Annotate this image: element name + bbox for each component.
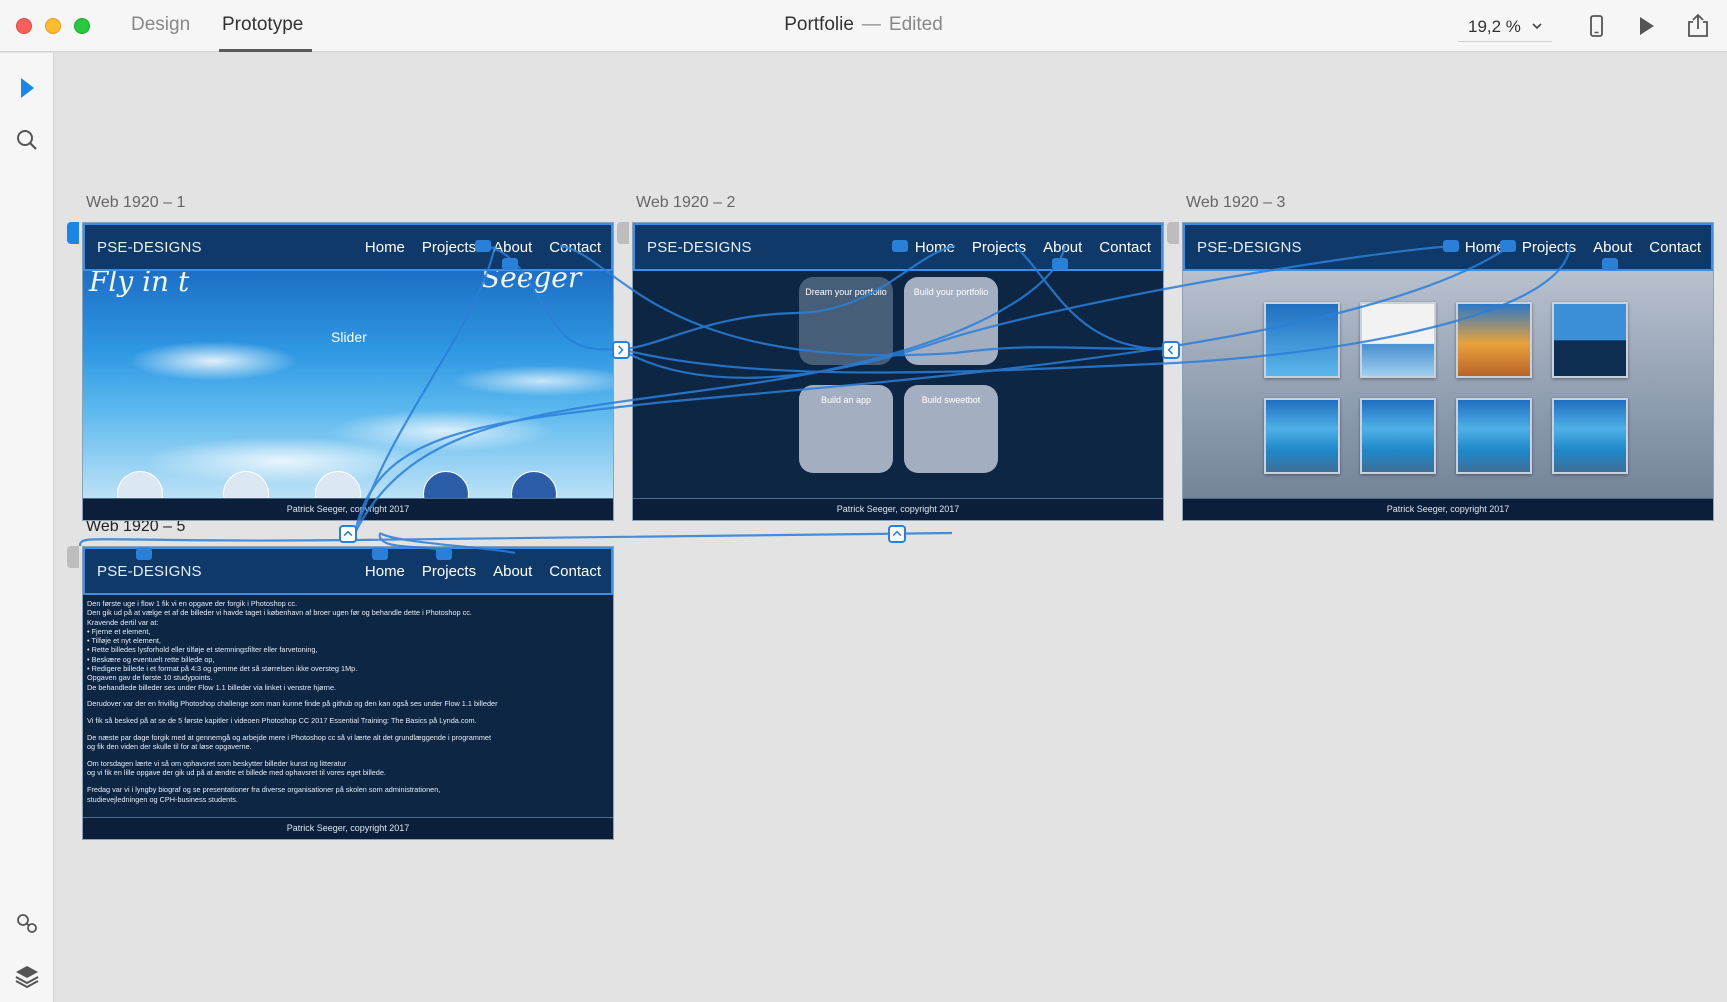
project-thumbnail[interactable] (1456, 398, 1532, 474)
artboard-handle[interactable] (67, 546, 79, 568)
active-tab-indicator (219, 49, 312, 52)
flow-target-arrow-icon[interactable] (339, 525, 357, 543)
hero-slider-image: Fly in t Seeger Slider (83, 261, 613, 517)
project-thumbnail[interactable] (1552, 398, 1628, 474)
nav-link-about[interactable]: About (1593, 239, 1632, 256)
nav-link-about[interactable]: About (1043, 239, 1082, 256)
interaction-link-dot[interactable] (136, 548, 152, 560)
flow-wire (78, 531, 953, 547)
interaction-link-dot[interactable] (475, 240, 491, 252)
flow-target-arrow-icon[interactable] (888, 525, 906, 543)
body-paragraph: De næste par dage forgik med at gennemgå… (87, 733, 491, 752)
project-thumbnail[interactable] (1264, 398, 1340, 474)
artboard-handle[interactable] (617, 222, 629, 244)
title-bar: Design Prototype Portfolie — Edited 19,2 % (0, 0, 1727, 52)
site-menu: Home Projects About Contact (365, 563, 601, 580)
flow-target-arrow-icon[interactable] (1162, 341, 1180, 359)
home-artboard-handle[interactable] (67, 222, 79, 244)
interaction-link-dot[interactable] (502, 258, 518, 270)
interaction-link-dot[interactable] (1500, 240, 1516, 252)
site-footer: Patrick Seeger, copyright 2017 (83, 817, 613, 839)
layers-icon[interactable] (12, 961, 42, 991)
site-menu: Home Projects About Contact (915, 239, 1151, 256)
site-logo: PSE-DESIGNS (647, 239, 752, 256)
artboard-web-1920-3[interactable]: PSE-DESIGNS Home Projects About Contact … (1182, 222, 1714, 521)
nav-link-home[interactable]: Home (915, 239, 955, 256)
nav-link-home[interactable]: Home (365, 239, 405, 256)
device-preview-icon[interactable] (1582, 12, 1610, 40)
artboard-web-1920-2[interactable]: PSE-DESIGNS Home Projects About Contact … (632, 222, 1164, 521)
nav-link-home[interactable]: Home (1465, 239, 1505, 256)
interaction-link-dot[interactable] (372, 548, 388, 560)
interaction-link-dot[interactable] (1443, 240, 1459, 252)
assets-icon[interactable] (12, 908, 42, 938)
body-paragraph: Den første uge i flow 1 fik vi en opgave… (87, 599, 472, 692)
body-paragraph: Fredag var vi i lyngby biograf og se pre… (87, 785, 441, 804)
project-thumbnail[interactable] (1456, 302, 1532, 378)
nav-link-contact[interactable]: Contact (1099, 239, 1151, 256)
slider-label: Slider (331, 329, 367, 345)
body-paragraph: Om torsdagen lærte vi så om ophavsret so… (87, 759, 386, 778)
zoom-tool-icon[interactable] (12, 125, 42, 155)
document-state: Edited (888, 14, 943, 35)
nav-link-projects[interactable]: Projects (1522, 239, 1576, 256)
site-logo: PSE-DESIGNS (97, 239, 202, 256)
project-tile[interactable]: Build sweetbot (904, 385, 998, 473)
artboard-web-1920-1[interactable]: Fly in t Seeger Slider PSE-DESIGNS Home … (82, 222, 614, 521)
artboard-label[interactable]: Web 1920 – 1 (86, 194, 185, 212)
select-tool-icon[interactable] (12, 73, 42, 103)
site-footer: Patrick Seeger, copyright 2017 (633, 498, 1163, 520)
site-footer: Patrick Seeger, copyright 2017 (83, 498, 613, 520)
project-thumbnail[interactable] (1552, 302, 1628, 378)
left-toolbar (0, 53, 54, 1002)
document-name: Portfolie (784, 14, 854, 35)
chevron-down-icon (1532, 23, 1542, 30)
body-paragraph: Vi fik så besked på at se de 5 første ka… (87, 716, 477, 726)
project-thumbnail[interactable] (1360, 302, 1436, 378)
project-tile[interactable]: Build your portfolio (904, 277, 998, 365)
nav-link-home[interactable]: Home (365, 563, 405, 580)
project-tile[interactable]: Dream your portfolio (799, 277, 893, 365)
design-canvas[interactable]: Web 1920 – 1 Web 1920 – 2 Web 1920 – 3 W… (55, 53, 1727, 1002)
project-thumbnail[interactable] (1264, 302, 1340, 378)
share-icon[interactable] (1684, 12, 1712, 40)
project-thumbnail[interactable] (1360, 398, 1436, 474)
nav-link-contact[interactable]: Contact (549, 563, 601, 580)
nav-link-about[interactable]: About (493, 563, 532, 580)
project-tile[interactable]: Build an app (799, 385, 893, 473)
flow-target-arrow-icon[interactable] (612, 341, 630, 359)
interaction-link-dot[interactable] (1052, 258, 1068, 270)
nav-link-about[interactable]: About (493, 239, 532, 256)
nav-link-projects[interactable]: Projects (422, 239, 476, 256)
zoom-dropdown[interactable]: 19,2 % (1458, 14, 1552, 42)
site-nav-bar: PSE-DESIGNS Home Projects About Contact (83, 223, 613, 271)
site-logo: PSE-DESIGNS (97, 563, 202, 580)
interaction-link-dot[interactable] (436, 548, 452, 560)
interaction-link-dot[interactable] (892, 240, 908, 252)
site-logo: PSE-DESIGNS (1197, 239, 1302, 256)
nav-link-projects[interactable]: Projects (422, 563, 476, 580)
body-paragraph: Derudover var der en frivillig Photoshop… (87, 699, 498, 709)
artboard-label[interactable]: Web 1920 – 2 (636, 194, 735, 212)
page-body-text: Den første uge i flow 1 fik vi en opgave… (87, 599, 557, 811)
zoom-value: 19,2 % (1468, 17, 1521, 36)
site-footer: Patrick Seeger, copyright 2017 (1183, 498, 1713, 520)
artboard-label[interactable]: Web 1920 – 3 (1186, 194, 1285, 212)
nav-link-projects[interactable]: Projects (972, 239, 1026, 256)
artboard-handle[interactable] (1167, 222, 1179, 244)
interaction-link-dot[interactable] (1602, 258, 1618, 270)
title-separator: — (861, 14, 881, 35)
nav-link-contact[interactable]: Contact (1649, 239, 1701, 256)
artboard-web-1920-5[interactable]: PSE-DESIGNS Home Projects About Contact … (82, 546, 614, 840)
nav-link-contact[interactable]: Contact (549, 239, 601, 256)
play-icon[interactable] (1632, 12, 1660, 40)
site-nav-bar: PSE-DESIGNS Home Projects About Contact (83, 547, 613, 595)
